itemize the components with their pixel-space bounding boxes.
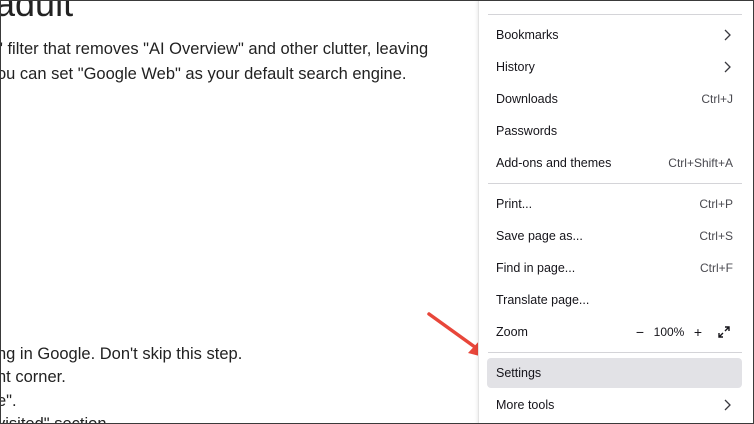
menu-item-label: More tools	[496, 398, 555, 412]
shortcut-label: Ctrl+Shift+A	[668, 156, 733, 170]
shortcut-label: Ctrl+J	[701, 92, 733, 106]
article-content: adult " filter that removes "AI Overview…	[1, 1, 481, 423]
zoom-in-button[interactable]: +	[689, 323, 707, 341]
menu-item-save-page[interactable]: Save page as... Ctrl+S	[487, 221, 742, 251]
menu-item-label: Save page as...	[496, 229, 583, 243]
menu-item-label: Translate page...	[496, 293, 590, 307]
article-line: ng in Google. Don't skip this step.	[1, 345, 243, 363]
menu-item-label: Bookmarks	[496, 28, 559, 42]
zoom-controls: − 100% +	[631, 323, 733, 341]
shortcut-label: Ctrl+P	[699, 197, 733, 211]
menu-item-label: Passwords	[496, 124, 558, 138]
menu-item-print[interactable]: Print... Ctrl+P	[487, 189, 742, 219]
menu-item-passwords[interactable]: Passwords	[487, 116, 742, 146]
fullscreen-icon[interactable]	[715, 323, 733, 341]
screenshot-frame: adult " filter that removes "AI Overview…	[0, 0, 754, 424]
article-line: e".	[1, 392, 17, 410]
menu-item-translate-page[interactable]: Translate page...	[487, 285, 742, 315]
menu-item-more-tools[interactable]: More tools	[487, 390, 742, 420]
menu-item-label: Downloads	[496, 92, 558, 106]
article-heading: adult	[1, 1, 74, 24]
shortcut-label: Ctrl+F	[700, 261, 733, 275]
article-line: nt corner.	[1, 368, 66, 386]
menu-item-label: Print...	[496, 197, 533, 211]
menu-separator	[488, 352, 742, 353]
app-menu-panel: Bookmarks History Downloads Ctrl+J Passw…	[478, 1, 753, 423]
zoom-out-button[interactable]: −	[631, 323, 649, 341]
menu-separator	[488, 14, 742, 15]
article-line: " filter that removes "AI Overview" and …	[1, 40, 429, 58]
menu-item-label: History	[496, 60, 535, 74]
menu-item-addons-themes[interactable]: Add-ons and themes Ctrl+Shift+A	[487, 148, 742, 178]
menu-item-downloads[interactable]: Downloads Ctrl+J	[487, 84, 742, 114]
shortcut-label: Ctrl+S	[699, 229, 733, 243]
menu-item-bookmarks[interactable]: Bookmarks	[487, 20, 742, 50]
menu-separator	[488, 183, 742, 184]
menu-item-history[interactable]: History	[487, 52, 742, 82]
chevron-right-icon	[723, 61, 733, 73]
menu-item-label: Settings	[496, 366, 542, 380]
menu-item-label: Add-ons and themes	[496, 156, 612, 170]
article-line: ou can set "Google Web" as your default …	[1, 65, 407, 83]
menu-item-label: Find in page...	[496, 261, 576, 275]
zoom-level-button[interactable]: 100%	[649, 325, 689, 339]
chevron-right-icon	[723, 29, 733, 41]
menu-item-settings[interactable]: Settings	[487, 358, 742, 388]
article-line: visited" section.	[1, 415, 111, 423]
chevron-right-icon	[723, 399, 733, 411]
menu-item-zoom: Zoom − 100% +	[487, 317, 742, 347]
menu-item-find-in-page[interactable]: Find in page... Ctrl+F	[487, 253, 742, 283]
zoom-label: Zoom	[496, 325, 528, 339]
